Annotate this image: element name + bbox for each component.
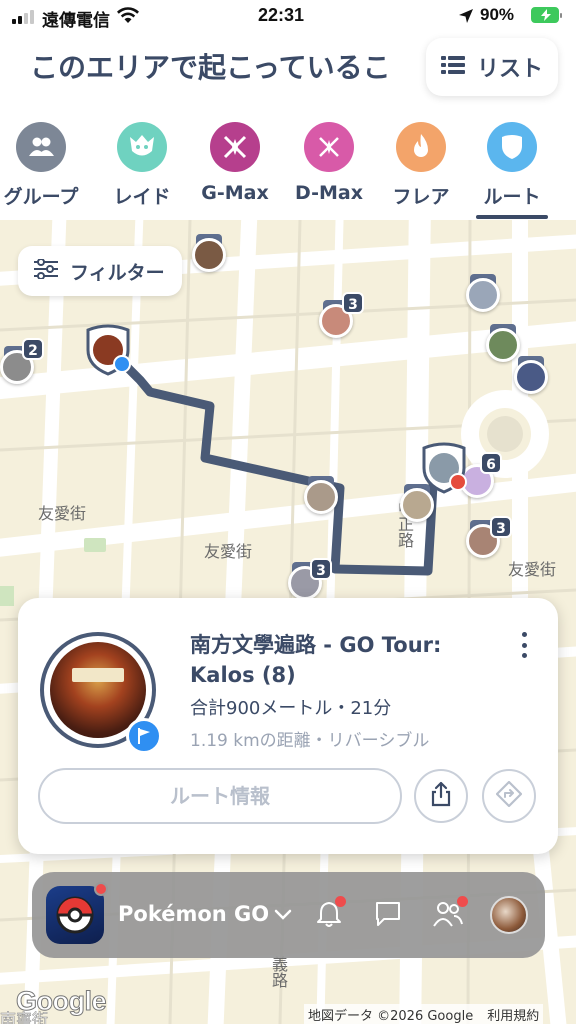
battery-charging-icon — [531, 7, 562, 23]
list-icon — [440, 55, 465, 79]
terms-link[interactable]: 利用規約 — [487, 1009, 539, 1024]
category-tabs: グループ レイド G-Max D-Max フレア ルート — [0, 118, 576, 220]
directions-icon — [495, 780, 523, 811]
map-data-credit: 地図データ ©2026 Google — [308, 1009, 474, 1024]
battery-percent: 90% — [480, 5, 515, 24]
pokestop-marker[interactable] — [192, 234, 226, 272]
flare-icon — [396, 122, 446, 172]
route-start-marker[interactable] — [84, 324, 132, 376]
tab-raid-label: レイド — [113, 186, 171, 208]
stack-count-badge: 3 — [342, 292, 364, 314]
route-shield-icon — [487, 122, 537, 172]
location-arrow-icon — [458, 8, 474, 29]
pokestop-marker[interactable] — [466, 274, 500, 312]
stack-count-badge: 6 — [480, 452, 502, 474]
stack-count-badge: 3 — [490, 516, 512, 538]
street-label: 友愛街 — [204, 542, 253, 561]
tab-route-label: ルート — [483, 186, 541, 208]
pokestop-marker[interactable] — [304, 476, 338, 514]
bell-icon[interactable] — [316, 896, 346, 932]
dmax-icon — [304, 122, 354, 172]
tab-gmax[interactable]: G-Max — [190, 122, 280, 220]
list-button-label: リスト — [476, 57, 543, 82]
chat-icon[interactable] — [374, 900, 402, 932]
tab-raid[interactable]: レイド — [97, 122, 187, 220]
page-title: このエリアで起こっているこ — [30, 51, 391, 84]
route-distance-time: 合計900メートル・21分 — [190, 698, 392, 719]
route-info-button[interactable]: ルート情報 — [38, 768, 402, 824]
tab-group[interactable]: グループ — [0, 122, 86, 220]
route-end-marker[interactable] — [420, 442, 468, 494]
stack-count-badge: 3 — [310, 558, 332, 580]
route-distance-away: 1.19 kmの距離・リバーシブル — [190, 731, 430, 751]
filter-sliders-icon — [34, 258, 58, 283]
street-label: 友愛街 — [508, 560, 557, 579]
filter-button[interactable]: フィルター — [18, 246, 182, 296]
street-label: 友愛街 — [38, 504, 87, 523]
tab-route[interactable]: ルート — [467, 122, 557, 220]
directions-button[interactable] — [482, 769, 536, 823]
tab-dmax[interactable]: D-Max — [284, 122, 374, 220]
stack-count-badge: 2 — [22, 338, 44, 360]
clock: 22:31 — [258, 5, 305, 25]
gmax-icon — [210, 122, 260, 172]
carrier-name: 遠傳電信 — [42, 11, 110, 30]
tab-gmax-label: G-Max — [201, 182, 269, 204]
raid-icon — [117, 122, 167, 172]
share-button[interactable] — [414, 769, 468, 823]
filter-label: フィルター — [70, 261, 165, 284]
more-options-icon[interactable] — [514, 632, 534, 658]
share-icon — [430, 781, 452, 811]
map-attribution: 地図データ ©2026 Google 利用規約 — [304, 1004, 544, 1024]
route-flag-icon — [126, 718, 162, 754]
tab-next-partial[interactable] — [556, 122, 576, 220]
group-icon — [16, 122, 66, 172]
tab-flare[interactable]: フレア — [376, 122, 466, 220]
cellular-signal-icon — [12, 8, 34, 24]
tab-dmax-label: D-Max — [295, 182, 363, 204]
wifi-icon — [116, 6, 140, 29]
pokemon-go-app-icon[interactable] — [46, 882, 108, 944]
route-title: 南方文學遍路 - GO Tour: Kalos (8) — [190, 633, 442, 687]
tab-flare-label: フレア — [392, 186, 450, 208]
app-notification-bar[interactable]: Pokémon GO — [32, 872, 545, 958]
google-logo: Google — [16, 986, 108, 1017]
tab-group-label: グループ — [3, 186, 79, 208]
friends-icon[interactable] — [432, 896, 468, 932]
chevron-down-icon[interactable] — [274, 906, 292, 925]
list-view-button[interactable]: リスト — [426, 38, 558, 96]
route-thumbnail — [40, 632, 162, 754]
status-bar: 遠傳電信 22:31 90% — [0, 0, 576, 34]
app-name-label[interactable]: Pokémon GO — [118, 902, 269, 926]
pokestop-marker[interactable] — [514, 356, 548, 394]
street-label: 義路 — [269, 956, 288, 988]
user-avatar[interactable] — [490, 896, 528, 934]
route-detail-card[interactable]: 南方文學遍路 - GO Tour: Kalos (8) 合計900メートル・21… — [18, 598, 558, 854]
